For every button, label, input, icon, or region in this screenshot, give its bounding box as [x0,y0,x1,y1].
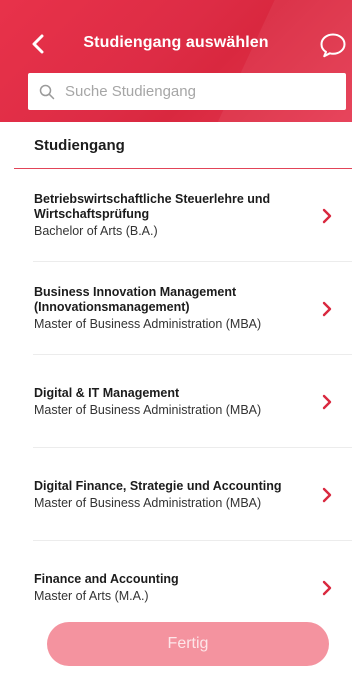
chevron-right-icon [322,208,332,223]
program-name: Betriebswirtschaftliche Steuerlehre und … [34,192,271,221]
done-button[interactable]: Fertig [47,622,329,666]
page-title: Studiengang auswählen [83,34,269,51]
program-degree: Master of Arts (M.A.) [34,588,149,603]
program-degree: Bachelor of Arts (B.A.) [34,224,158,238]
list-item-text: Digital & IT Management Master of Busine… [34,386,296,418]
chevron-right-icon [322,487,332,502]
list-item-text: Business Innovation Management (Innovati… [34,285,296,332]
program-name: Digital & IT Management [34,385,180,400]
program-name: Business Innovation Management (Innovati… [34,285,237,314]
program-degree: Master of Business Administration (MBA) [34,402,262,417]
list-item[interactable]: Digital Finance, Strategie und Accountin… [0,448,352,541]
list-item-text: Betriebswirtschaftliche Steuerlehre und … [34,192,296,239]
chevron-right-icon [322,580,332,595]
program-list: Betriebswirtschaftliche Steuerlehre und … [0,169,352,634]
list-item-text: Finance and Accounting Master of Arts (M… [34,572,296,604]
section-title: Studiengang [34,137,125,154]
program-name: Digital Finance, Strategie und Accountin… [34,478,282,493]
program-name: Finance and Accounting [34,571,179,586]
app-header: Studiengang auswählen [0,0,352,122]
chat-button[interactable] [318,30,348,60]
list-item[interactable]: Business Innovation Management (Innovati… [0,262,352,355]
search-icon [39,84,55,99]
program-degree: Master of Business Administration (MBA) [34,317,262,331]
list-item[interactable]: Finance and Accounting Master of Arts (M… [0,541,352,634]
program-degree: Master of Business Administration (MBA) [34,495,262,510]
list-item-text: Digital Finance, Strategie und Accountin… [34,479,296,511]
search-bar[interactable] [28,73,346,110]
list-item[interactable]: Digital & IT Management Master of Busine… [0,355,352,448]
chevron-right-icon [322,301,332,316]
chevron-right-icon [322,394,332,409]
chat-bubble-icon [320,33,346,58]
list-item[interactable]: Betriebswirtschaftliche Steuerlehre und … [0,169,352,262]
search-input[interactable] [65,83,346,100]
